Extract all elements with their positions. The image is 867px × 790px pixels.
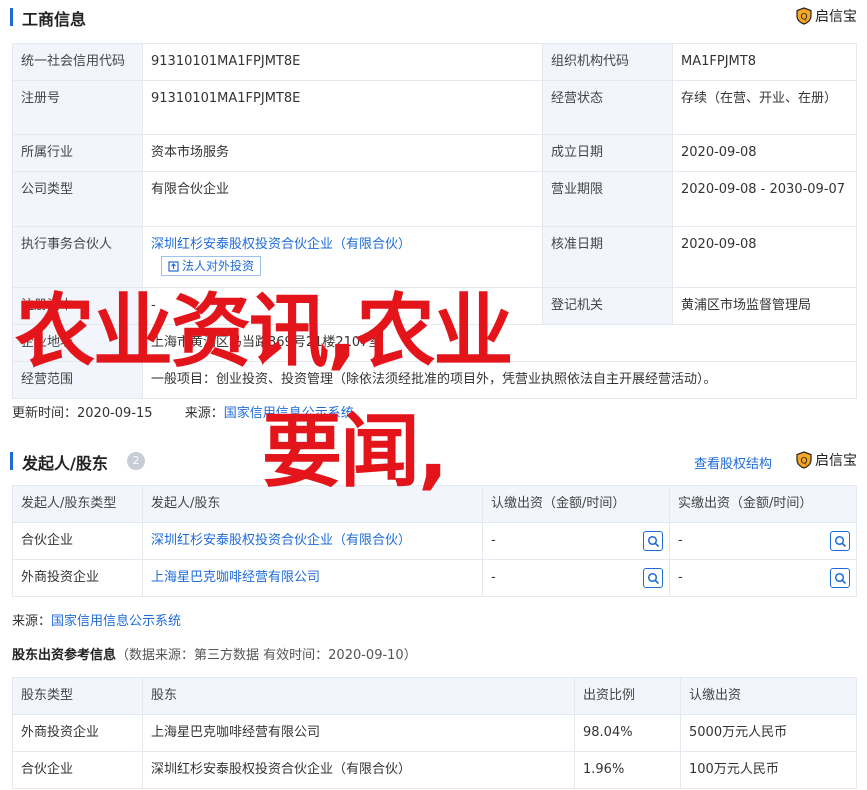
field-value: 91310101MA1FPJMT8E bbox=[142, 80, 543, 135]
field-label: 营业期限 bbox=[542, 171, 673, 227]
field-value: MA1FPJMT8 bbox=[672, 43, 857, 81]
table-row: 公司类型 有限合伙企业 营业期限 2020-09-08 - 2030-09-07 bbox=[12, 171, 857, 227]
subscribed-capital: - bbox=[482, 522, 670, 560]
field-label: 注册号 bbox=[12, 80, 143, 135]
field-value: 资本市场服务 bbox=[142, 134, 543, 172]
overlay-headline-line1: 农业资讯,农业 bbox=[15, 285, 513, 378]
shareholders-source: 来源：国家信用信息公示系统 bbox=[12, 610, 181, 629]
column-header: 实缴出资（金额/时间） bbox=[669, 485, 857, 523]
table-row: 执行事务合伙人 深圳红杉安泰股权投资合伙企业（有限合伙） 法人对外投资 核准日期… bbox=[12, 226, 857, 288]
shareholder-name: 深圳红杉安泰股权投资合伙企业（有限合伙） bbox=[142, 522, 483, 560]
search-icon bbox=[834, 535, 846, 547]
field-label: 经营状态 bbox=[542, 80, 673, 135]
table-row: 外商投资企业 上海星巴克咖啡经营有限公司 - - bbox=[12, 559, 857, 597]
field-value: 深圳红杉安泰股权投资合伙企业（有限合伙） 法人对外投资 bbox=[142, 226, 543, 288]
field-label: 执行事务合伙人 bbox=[12, 226, 143, 288]
field-value: 有限合伙企业 bbox=[142, 171, 543, 227]
shield-icon: Q bbox=[796, 451, 812, 469]
reference-title: 股东出资参考信息 bbox=[12, 648, 117, 663]
section-accent-bar bbox=[10, 8, 13, 26]
table-row: 外商投资企业 上海星巴克咖啡经营有限公司 98.04% 5000万元人民币 bbox=[12, 714, 857, 752]
source-label: 来源： bbox=[12, 614, 52, 629]
legal-investment-label: 法人对外投资 bbox=[182, 259, 255, 273]
contribution-ratio: 98.04% bbox=[574, 714, 681, 752]
field-label: 公司类型 bbox=[12, 171, 143, 227]
subscribed-capital: - bbox=[482, 559, 670, 597]
table-row: 注册号 91310101MA1FPJMT8E 经营状态 存续（在营、开业、在册） bbox=[12, 80, 857, 135]
column-header: 股东 bbox=[142, 677, 575, 715]
shareholder-name: 上海星巴克咖啡经营有限公司 bbox=[142, 714, 575, 752]
source-label: 来源： bbox=[184, 406, 224, 421]
shareholder-link[interactable]: 深圳红杉安泰股权投资合伙企业（有限合伙） bbox=[151, 533, 411, 548]
update-label: 更新时间： bbox=[12, 406, 78, 421]
table-row: 合伙企业 深圳红杉安泰股权投资合伙企业（有限合伙） - - bbox=[12, 522, 857, 560]
field-label: 统一社会信用代码 bbox=[12, 43, 143, 81]
shield-icon: Q bbox=[796, 7, 812, 25]
column-header: 认缴出资 bbox=[680, 677, 857, 715]
view-detail-button[interactable] bbox=[830, 531, 850, 551]
table-header-row: 股东类型 股东 出资比例 认缴出资 bbox=[12, 677, 857, 715]
reference-info-header: 股东出资参考信息（数据来源：第三方数据 有效时间：2020-09-10） bbox=[12, 644, 417, 663]
section-title: 工商信息 bbox=[22, 10, 87, 29]
reference-table: 股东类型 股东 出资比例 认缴出资 外商投资企业 上海星巴克咖啡经营有限公司 9… bbox=[12, 677, 857, 789]
brand-name: 启信宝 bbox=[815, 453, 857, 469]
shareholder-name: 深圳红杉安泰股权投资合伙企业（有限合伙） bbox=[142, 751, 575, 789]
shareholder-type: 外商投资企业 bbox=[12, 714, 143, 752]
shareholder-type: 外商投资企业 bbox=[12, 559, 143, 597]
view-detail-button[interactable] bbox=[643, 531, 663, 551]
business-info-header: 工商信息 Q 启信宝 bbox=[0, 2, 867, 32]
field-label: 核准日期 bbox=[542, 226, 673, 288]
section-title: 发起人/股东 bbox=[22, 454, 108, 473]
search-icon bbox=[647, 535, 659, 547]
reference-meta: （数据来源：第三方数据 有效时间：2020-09-10） bbox=[116, 648, 417, 663]
svg-text:Q: Q bbox=[800, 13, 807, 23]
search-icon bbox=[834, 572, 846, 584]
section-accent-bar bbox=[10, 452, 13, 470]
view-detail-button[interactable] bbox=[830, 568, 850, 588]
shareholders-table: 发起人/股东类型 发起人/股东 认缴出资（金额/时间） 实缴出资（金额/时间） … bbox=[12, 485, 857, 597]
contribution-ratio: 1.96% bbox=[574, 751, 681, 789]
shareholder-link[interactable]: 上海星巴克咖啡经营有限公司 bbox=[151, 570, 320, 585]
shareholder-name: 上海星巴克咖啡经营有限公司 bbox=[142, 559, 483, 597]
field-value: 2020-09-08 bbox=[672, 226, 857, 288]
legal-investment-button[interactable]: 法人对外投资 bbox=[161, 256, 262, 276]
field-label: 组织机构代码 bbox=[542, 43, 673, 81]
field-value: 存续（在营、开业、在册） bbox=[672, 80, 857, 135]
executive-partner-link[interactable]: 深圳红杉安泰股权投资合伙企业（有限合伙） bbox=[151, 236, 534, 254]
export-icon bbox=[168, 260, 179, 272]
field-value: 黄浦区市场监督管理局 bbox=[672, 286, 857, 325]
shareholder-count-badge: 2 bbox=[127, 452, 145, 470]
table-row: 所属行业 资本市场服务 成立日期 2020-09-08 bbox=[12, 134, 857, 172]
paid-capital: - bbox=[669, 522, 857, 560]
column-header: 出资比例 bbox=[574, 677, 681, 715]
column-header: 发起人/股东类型 bbox=[12, 485, 143, 523]
overlay-headline-line2: 要闻, bbox=[262, 405, 448, 498]
brand-name: 启信宝 bbox=[815, 9, 857, 25]
table-row: 合伙企业 深圳红杉安泰股权投资合伙企业（有限合伙） 1.96% 100万元人民币 bbox=[12, 751, 857, 789]
column-header: 认缴出资（金额/时间） bbox=[482, 485, 670, 523]
svg-text:Q: Q bbox=[800, 457, 807, 467]
field-label: 登记机关 bbox=[542, 286, 673, 325]
shareholder-type: 合伙企业 bbox=[12, 751, 143, 789]
table-row: 统一社会信用代码 91310101MA1FPJMT8E 组织机构代码 MA1FP… bbox=[12, 43, 857, 81]
equity-structure-link[interactable]: 查看股权结构 bbox=[694, 453, 772, 472]
subscribed-amount: 5000万元人民币 bbox=[680, 714, 857, 752]
column-header: 股东类型 bbox=[12, 677, 143, 715]
field-value: 2020-09-08 bbox=[672, 134, 857, 172]
field-value: 91310101MA1FPJMT8E bbox=[142, 43, 543, 81]
field-label: 成立日期 bbox=[542, 134, 673, 172]
field-label: 所属行业 bbox=[12, 134, 143, 172]
shareholder-type: 合伙企业 bbox=[12, 522, 143, 560]
source-link[interactable]: 国家信用信息公示系统 bbox=[51, 614, 181, 629]
subscribed-amount: 100万元人民币 bbox=[680, 751, 857, 789]
brand-logo[interactable]: Q 启信宝 bbox=[796, 450, 857, 470]
brand-logo[interactable]: Q 启信宝 bbox=[796, 6, 857, 26]
search-icon bbox=[647, 572, 659, 584]
paid-capital: - bbox=[669, 559, 857, 597]
view-detail-button[interactable] bbox=[643, 568, 663, 588]
update-time: 2020-09-15 bbox=[77, 406, 153, 421]
field-value: 2020-09-08 - 2030-09-07 bbox=[672, 171, 857, 227]
